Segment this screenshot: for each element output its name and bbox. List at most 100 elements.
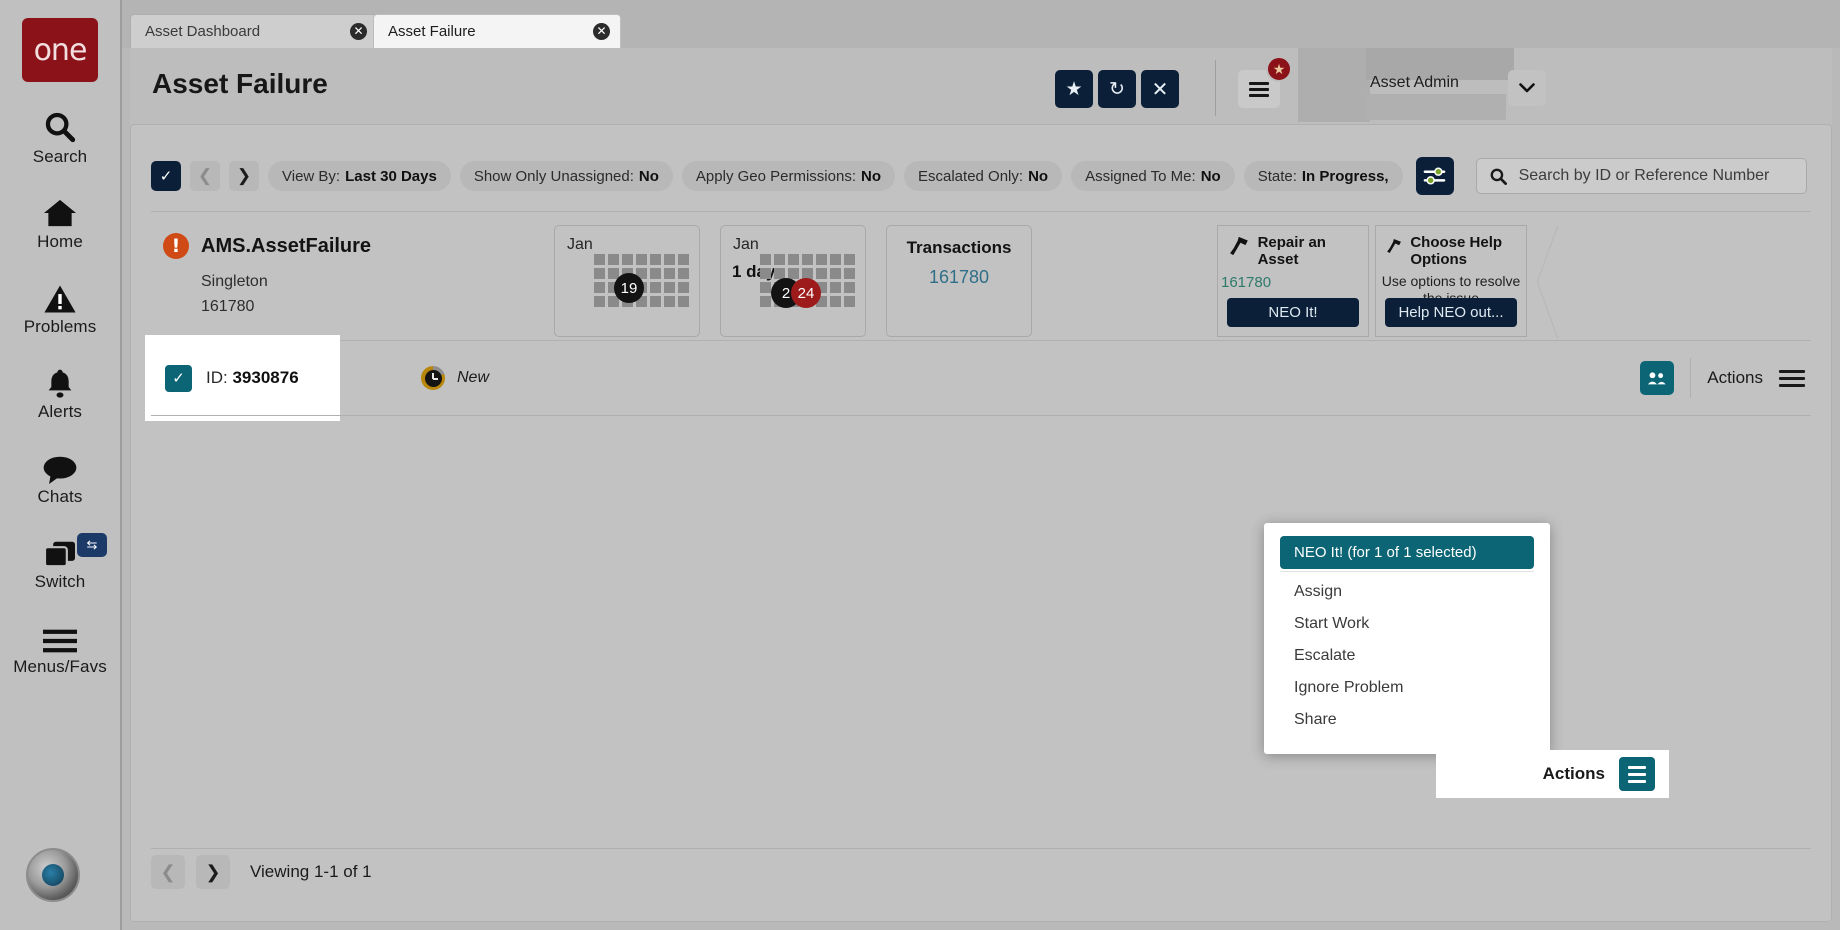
dropdown-divider xyxy=(1280,571,1534,572)
filter-chip-show-only-unassigned[interactable]: Show Only Unassigned: No xyxy=(459,161,673,191)
chip-value: No xyxy=(1028,167,1049,185)
chip-value: No xyxy=(1200,167,1221,185)
sidebar-item-home[interactable]: Home xyxy=(0,189,121,252)
neo-it-button[interactable]: NEO It! xyxy=(1227,298,1359,327)
page-prev-button[interactable]: ❮ xyxy=(151,855,185,889)
action-card-title: Choose Help Options xyxy=(1410,234,1503,268)
filter-chip-view-by[interactable]: View By: Last 30 Days xyxy=(268,161,451,191)
dropdown-item-assign[interactable]: Assign xyxy=(1280,576,1534,608)
hamburger-icon[interactable] xyxy=(1779,366,1805,391)
search-input[interactable]: Search by ID or Reference Number xyxy=(1475,158,1807,194)
sidebar-item-search[interactable]: Search xyxy=(0,104,121,167)
table-row[interactable]: ✓ ID: 3930876 New Actions xyxy=(145,335,1811,421)
chip-label: Assigned To Me: xyxy=(1085,167,1196,185)
close-button[interactable]: ✕ xyxy=(1141,70,1179,108)
filter-chip-assigned-to-me[interactable]: Assigned To Me: No xyxy=(1071,161,1235,191)
alert-exclamation-icon: ! xyxy=(163,233,189,259)
content-panel: ✓ ❮ ❯ View By: Last 30 Days Show Only Un… xyxy=(130,124,1832,922)
summary-title-group: ! AMS.AssetFailure xyxy=(163,233,371,259)
search-placeholder: Search by ID or Reference Number xyxy=(1518,167,1770,184)
tab-asset-failure[interactable]: Asset Failure ✕ xyxy=(373,14,621,50)
sidebar-item-label: Home xyxy=(37,232,83,251)
chip-label: State: xyxy=(1257,167,1297,185)
refresh-button[interactable]: ↻ xyxy=(1098,70,1136,108)
clock-icon xyxy=(421,366,445,390)
sidebar-item-label: Menus/Favs xyxy=(13,657,107,676)
summary-subtitle-line1: Singleton xyxy=(201,273,268,290)
chip-value: Last 30 Days xyxy=(345,167,437,185)
filter-settings-button[interactable] xyxy=(1415,157,1454,195)
tab-label: Asset Failure xyxy=(388,23,476,40)
sidebar-item-switch[interactable]: ⇆ Switch xyxy=(0,529,121,592)
row-action-divider xyxy=(1690,358,1692,398)
calendar-card-due[interactable]: Jan 1 day 2 24 xyxy=(720,225,866,337)
sidebar-item-problems[interactable]: Problems xyxy=(0,274,121,337)
actions-dropdown-menu: NEO It! (for 1 of 1 selected) Assign Sta… xyxy=(1264,523,1550,754)
filter-next-button[interactable]: ❯ xyxy=(229,161,259,191)
redacted-block xyxy=(1298,48,1370,122)
help-neo-out-button[interactable]: Help NEO out... xyxy=(1385,298,1517,327)
role-label: Asset Admin xyxy=(1370,74,1459,91)
page-title: Asset Failure xyxy=(152,68,328,99)
chip-value: In Progress, xyxy=(1301,167,1389,185)
row-status: New xyxy=(421,366,489,390)
calendar-card-start[interactable]: Jan 19 xyxy=(554,225,700,337)
dropdown-item-start-work[interactable]: Start Work xyxy=(1280,608,1534,640)
brand-logo-text: one xyxy=(33,32,88,68)
user-avatar[interactable] xyxy=(26,848,80,902)
role-dropdown-button[interactable] xyxy=(1508,70,1546,106)
sidebar-item-label: Search xyxy=(32,147,88,166)
action-card-title: Repair an Asset xyxy=(1257,234,1326,268)
filter-chip-state[interactable]: State: In Progress, xyxy=(1243,161,1403,191)
sidebar-item-label: Switch xyxy=(34,572,86,591)
chip-value: No xyxy=(861,167,881,185)
dropdown-primary-action[interactable]: NEO It! (for 1 of 1 selected) xyxy=(1280,536,1534,569)
sidebar-item-label: Problems xyxy=(23,317,97,336)
summary-title: AMS.AssetFailure xyxy=(201,234,372,257)
floating-actions-bar[interactable]: Actions xyxy=(1436,750,1669,798)
sidebar-item-chats[interactable]: Chats xyxy=(0,444,121,507)
action-card-number[interactable]: 161780 xyxy=(1221,274,1368,291)
row-checkbox[interactable]: ✓ xyxy=(165,364,192,392)
brand-logo[interactable]: one xyxy=(22,18,98,82)
swap-arrows-icon[interactable]: ⇆ xyxy=(77,533,107,557)
dropdown-item-escalate[interactable]: Escalate xyxy=(1280,640,1534,672)
sidebar-item-alerts[interactable]: Alerts xyxy=(0,359,121,422)
refresh-icon: ↻ xyxy=(1109,78,1125,100)
transactions-value[interactable]: 161780 xyxy=(887,267,1031,288)
row-actions-group: Actions xyxy=(1640,358,1805,398)
hammer-icon xyxy=(1387,238,1401,254)
header-divider xyxy=(1215,60,1216,116)
tab-asset-dashboard[interactable]: Asset Dashboard ✕ xyxy=(130,14,378,48)
dropdown-item-share[interactable]: Share xyxy=(1280,704,1534,736)
summary-row: ! AMS.AssetFailure Singleton 161780 Jan xyxy=(151,225,1811,337)
row-actions-label: Actions xyxy=(1707,368,1763,387)
hamburger-icon[interactable] xyxy=(1619,757,1655,791)
search-icon xyxy=(43,104,77,144)
row-id-label: ID: xyxy=(206,368,228,387)
filter-prev-button[interactable]: ❮ xyxy=(190,161,220,191)
row-id: ID: 3930876 xyxy=(206,368,299,388)
row-divider-bottom xyxy=(151,415,1811,416)
sidebar-item-menus-favs[interactable]: Menus/Favs xyxy=(0,614,121,677)
people-icon[interactable] xyxy=(1640,361,1675,395)
page-next-button[interactable]: ❯ xyxy=(196,855,230,889)
select-all-checkbox[interactable]: ✓ xyxy=(151,161,181,191)
favorite-button[interactable]: ★ xyxy=(1055,70,1093,108)
close-circle-icon[interactable]: ✕ xyxy=(593,23,610,40)
filter-chip-apply-geo-permissions[interactable]: Apply Geo Permissions: No xyxy=(681,161,895,191)
star-icon: ★ xyxy=(1065,78,1083,100)
left-nav-rail: one Search Home Problems Alerts Chats ⇆ … xyxy=(0,0,122,930)
switch-windows-icon xyxy=(42,529,78,569)
pagination-text: Viewing 1-1 of 1 xyxy=(250,862,372,881)
filter-chip-escalated-only[interactable]: Escalated Only: No xyxy=(904,161,1063,191)
close-circle-icon[interactable]: ✕ xyxy=(350,23,367,40)
sidebar-item-label: Alerts xyxy=(37,402,83,421)
row-status-label: New xyxy=(457,369,490,386)
transactions-card[interactable]: Transactions 161780 xyxy=(886,225,1032,337)
dropdown-item-ignore-problem[interactable]: Ignore Problem xyxy=(1280,672,1534,704)
avatar-inner xyxy=(42,864,64,886)
row-id-value: 3930876 xyxy=(232,368,299,387)
chat-bubble-icon xyxy=(42,444,78,484)
repair-asset-card: Repair an Asset 161780 NEO It! xyxy=(1217,225,1369,337)
